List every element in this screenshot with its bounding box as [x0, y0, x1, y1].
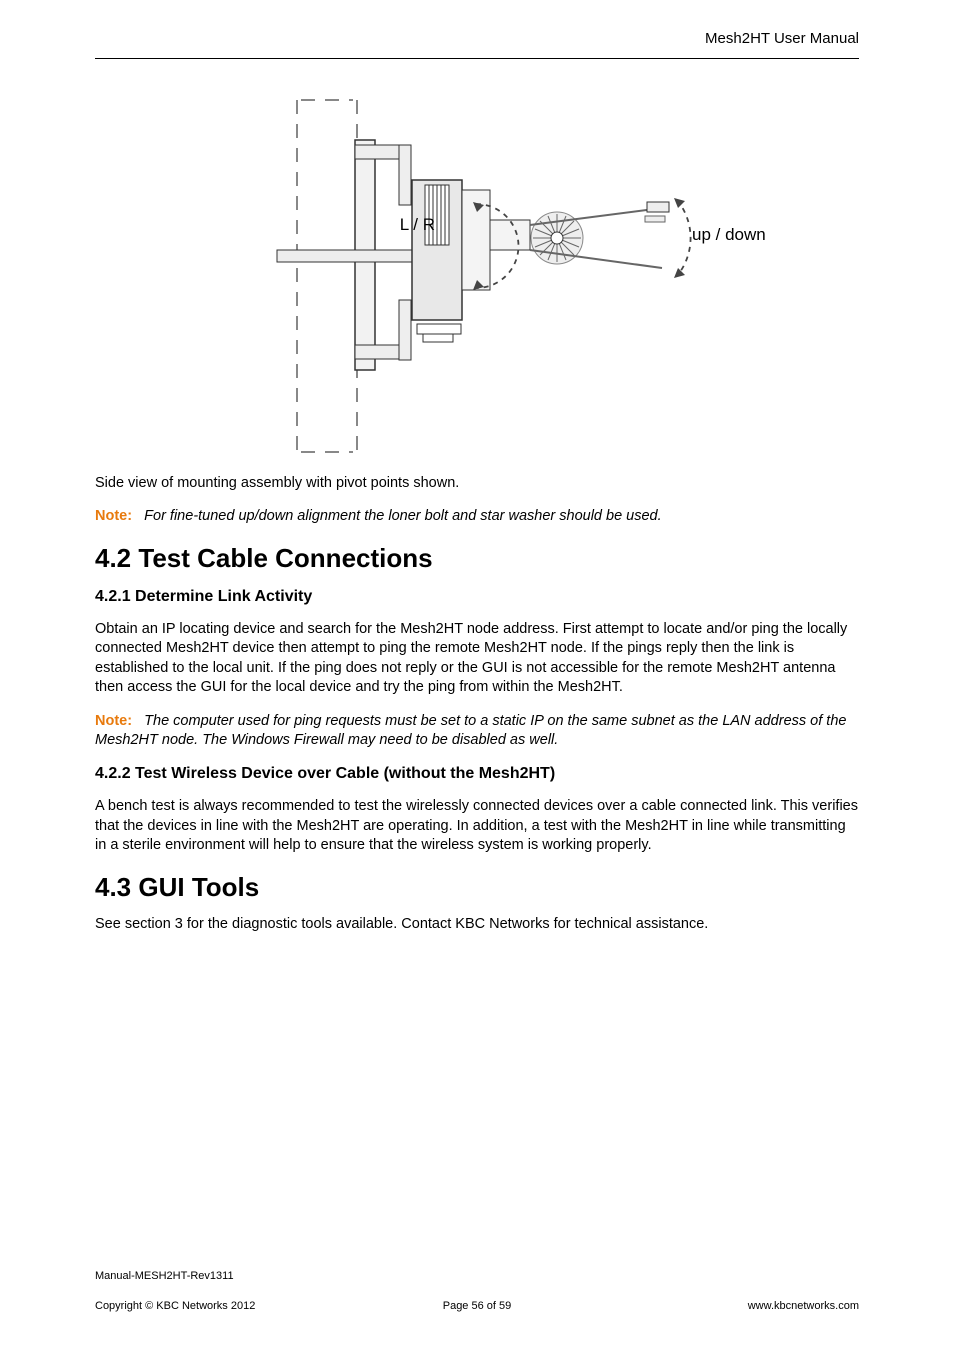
- heading-4-2: 4.2 Test Cable Connections: [95, 543, 859, 574]
- note-finetune: Note: For fine-tuned up/down alignment t…: [95, 507, 859, 527]
- figure-caption: Side view of mounting assembly with pivo…: [95, 475, 859, 491]
- footer-page-number: Page 56 of 59: [95, 1300, 859, 1312]
- para-4-2-1: Obtain an IP locating device and search …: [95, 620, 859, 698]
- footer-url: www.kbcnetworks.com: [748, 1300, 859, 1312]
- note-text: The computer used for ping requests must…: [95, 713, 846, 749]
- heading-4-2-1: 4.2.1 Determine Link Activity: [95, 588, 859, 606]
- figure-label-lr: L / R: [400, 215, 435, 234]
- page-content: L / R up / down Side view of mounting as…: [95, 80, 859, 948]
- para-4-2-2: A bench test is always recommended to te…: [95, 797, 859, 856]
- note-label: Note:: [95, 508, 132, 524]
- mounting-figure: L / R up / down: [95, 90, 859, 465]
- mounting-diagram-svg: L / R up / down: [177, 90, 777, 460]
- page-footer: Manual-MESH2HT-Rev1311 Copyright © KBC N…: [95, 1270, 859, 1312]
- note-label: Note:: [95, 713, 132, 729]
- heading-4-2-2: 4.2.2 Test Wireless Device over Cable (w…: [95, 765, 859, 783]
- footer-line1: Manual-MESH2HT-Rev1311: [95, 1270, 859, 1282]
- header-rule: [95, 58, 859, 59]
- note-text: For fine-tuned up/down alignment the lon…: [144, 508, 662, 524]
- page-header-title: Mesh2HT User Manual: [705, 30, 859, 47]
- para-4-3: See section 3 for the diagnostic tools a…: [95, 915, 859, 935]
- heading-4-3: 4.3 GUI Tools: [95, 872, 859, 903]
- note-4-2-1: Note: The computer used for ping request…: [95, 712, 859, 751]
- figure-label-updown: up / down: [692, 225, 766, 244]
